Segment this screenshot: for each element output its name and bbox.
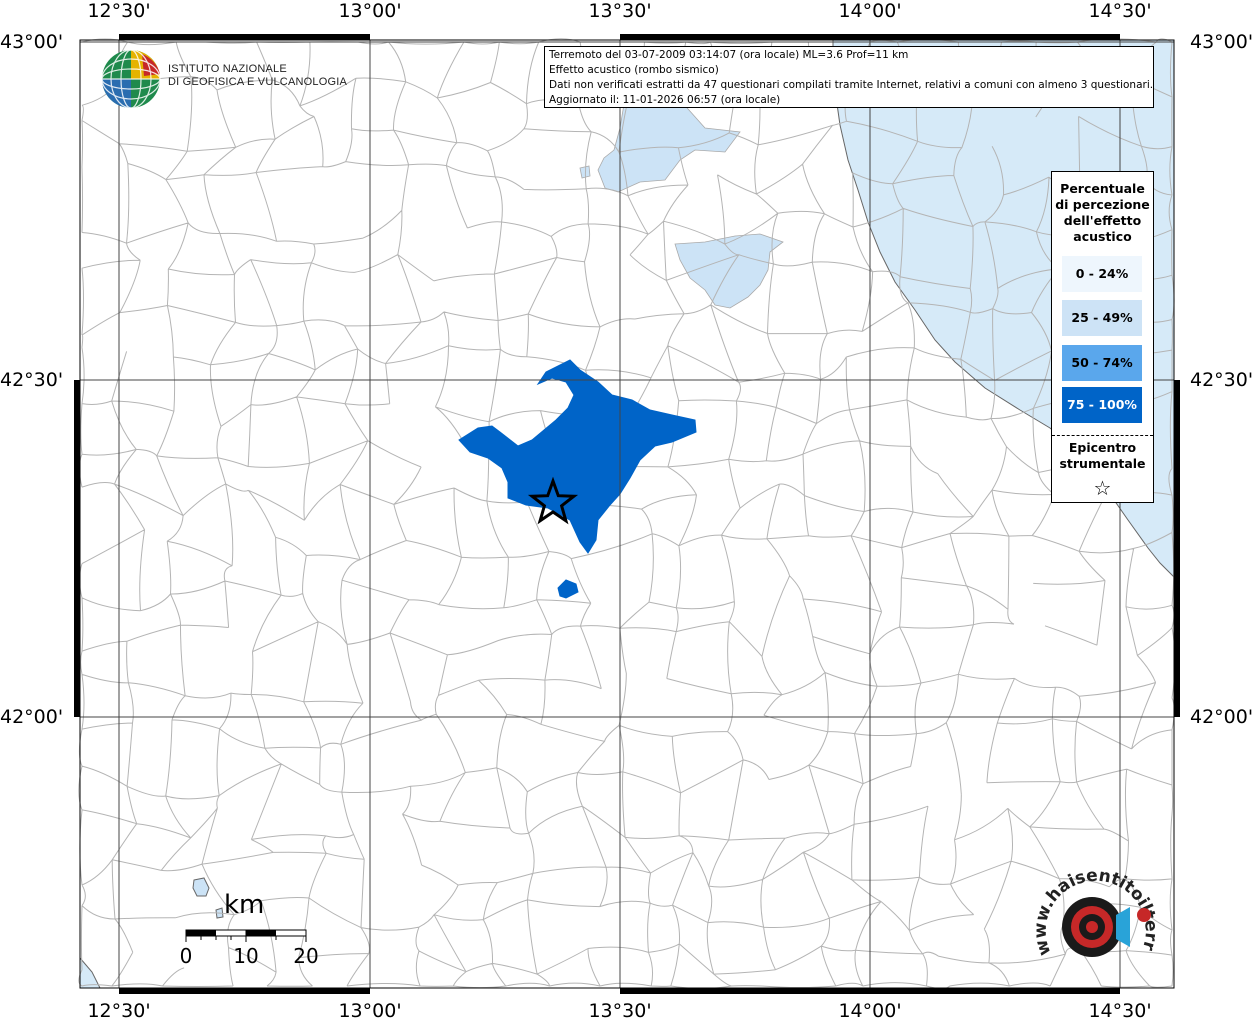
legend: Percentuale di percezione dell'effetto a… [1051,171,1154,503]
lat-tick-label: 42°30' [0,369,64,391]
lon-tick-label: 14°30' [1088,1000,1152,1022]
haisentito-logo: www.haisentitoilterremoto.it [1021,840,1170,985]
lon-tick-label: 13°30' [588,0,652,22]
scale-label: 10 [233,944,259,968]
haisentito-logo-graphic: www.haisentitoilterremoto.it [1021,840,1161,958]
frame-bar [119,34,370,40]
legend-bin-75-100: 75 - 100% [1062,387,1142,423]
frame-bar [74,380,80,717]
lat-tick-label: 43°00' [0,31,64,53]
scale-bar: km 0 10 20 [180,890,330,980]
legend-bin-50-74: 50 - 74% [1062,345,1142,381]
felt-area-small [557,579,579,599]
lat-tick-label: 42°00' [0,706,64,728]
legend-title-line: di percezione [1055,197,1150,212]
legend-epicenter-label: Epicentro strumentale [1052,440,1153,472]
legend-bin-0-24: 0 - 24% [1062,256,1142,292]
legend-star-icon: ☆ [1093,476,1112,500]
lat-tick-label: 42°30' [1190,369,1254,391]
frame-bar [870,988,1120,994]
legend-bin-25-49: 25 - 49% [1062,300,1142,336]
frame-bar [620,988,870,994]
event-title: Terremoto del 03-07-2009 03:14:07 (ora l… [549,49,909,61]
frame-bar [1174,380,1180,717]
scale-label: 20 [293,944,319,968]
lon-tick-label: 14°00' [838,1000,902,1022]
legend-separator [1052,435,1153,436]
scale-bar-graphic [185,929,307,942]
event-data-note: Dati non verificati estratti da 47 quest… [549,79,1154,91]
lat-tick-label: 43°00' [1190,31,1254,53]
lon-tick-label: 14°00' [838,0,902,22]
frame-bar [620,34,870,40]
sea-corner-sw [79,956,101,989]
lon-tick-label: 13°00' [338,0,402,22]
event-effect: Effetto acustico (rombo sismico) [549,64,719,76]
event-updated: Aggiornato il: 11-01-2026 06:57 (ora loc… [549,94,781,106]
legend-epicenter-line: Epicentro [1068,440,1137,455]
legend-title: Percentuale di percezione dell'effetto a… [1052,181,1153,245]
legend-epicenter-line: strumentale [1059,456,1146,471]
lon-tick-label: 12°30' [87,1000,151,1022]
ingv-logo-text: ISTITUTO NAZIONALE DI GEOFISICA E VULCAN… [168,63,347,89]
legend-title-line: acustico [1073,229,1132,244]
scale-label: 0 [179,944,193,968]
ingv-logo-line1: ISTITUTO NAZIONALE [168,63,287,75]
lon-tick-label: 13°30' [588,1000,652,1022]
legend-title-line: dell'effetto [1063,213,1142,228]
lat-tick-label: 42°00' [1190,706,1254,728]
globe-icon [101,49,161,109]
lon-tick-label: 14°30' [1088,0,1152,22]
frame-bar [870,34,1120,40]
frame-bar [119,988,370,994]
ingv-logo-line2: DI GEOFISICA E VULCANOLOGIA [168,76,347,88]
event-info-box: Terremoto del 03-07-2009 03:14:07 (ora l… [544,46,1154,108]
lon-tick-label: 13°00' [338,1000,402,1022]
legend-title-line: Percentuale [1060,181,1145,196]
lon-tick-label: 12°30' [87,0,151,22]
